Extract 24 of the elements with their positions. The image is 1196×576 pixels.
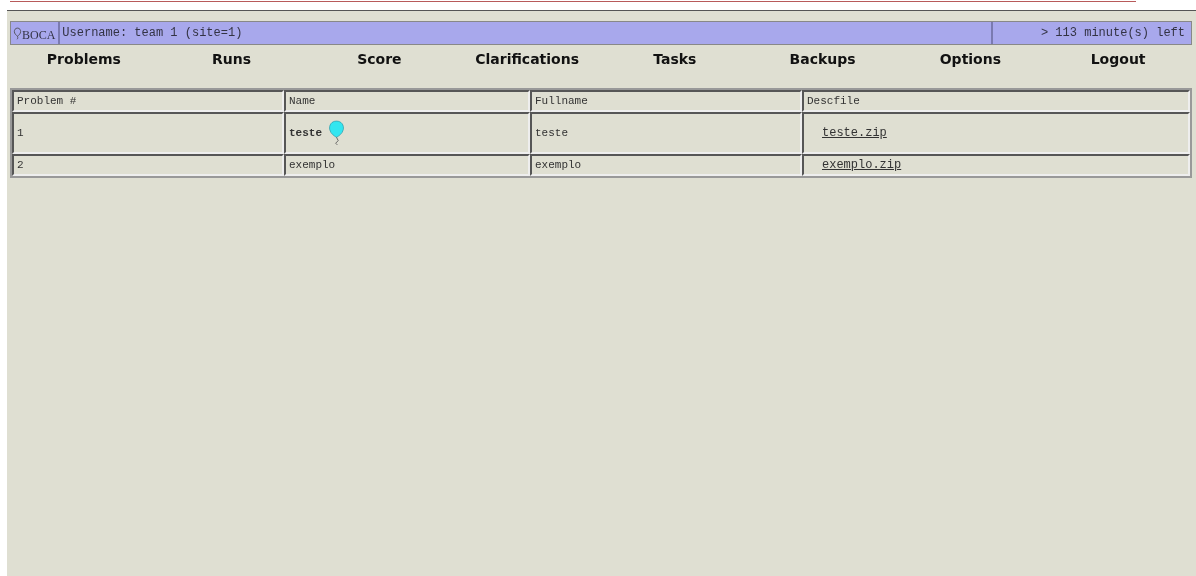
table-cell: 1 xyxy=(12,112,284,154)
column-header: Problem # xyxy=(12,90,284,112)
menu-link[interactable]: Backups xyxy=(789,51,856,67)
problem-name: exemplo xyxy=(289,159,336,171)
full-name: exemplo xyxy=(535,159,582,171)
menu-link[interactable]: Score xyxy=(357,51,402,67)
menu-link[interactable]: Clarifications xyxy=(475,51,579,67)
time-left-label: > 113 minute(s) left xyxy=(991,22,1191,44)
column-header: Fullname xyxy=(530,90,802,112)
full-name: teste xyxy=(535,127,568,139)
menu-link[interactable]: Logout xyxy=(1090,51,1146,67)
problem-name: teste xyxy=(289,127,322,139)
table-cell: 2 xyxy=(12,154,284,176)
download-link[interactable]: exemplo.zip xyxy=(822,158,902,172)
menu-link[interactable]: Runs xyxy=(212,51,252,67)
column-header: Name xyxy=(284,90,530,112)
logo-text: BOCA xyxy=(22,27,56,43)
menu-link[interactable]: Tasks xyxy=(653,51,697,67)
column-header: Descfile xyxy=(802,90,1190,112)
username-label: Username: team 1 (site=1) xyxy=(61,25,244,42)
menu-link[interactable]: Problems xyxy=(46,51,121,67)
download-link[interactable]: teste.zip xyxy=(822,126,887,140)
balloon-icon xyxy=(13,26,22,40)
menu-link[interactable]: Options xyxy=(939,51,1002,67)
